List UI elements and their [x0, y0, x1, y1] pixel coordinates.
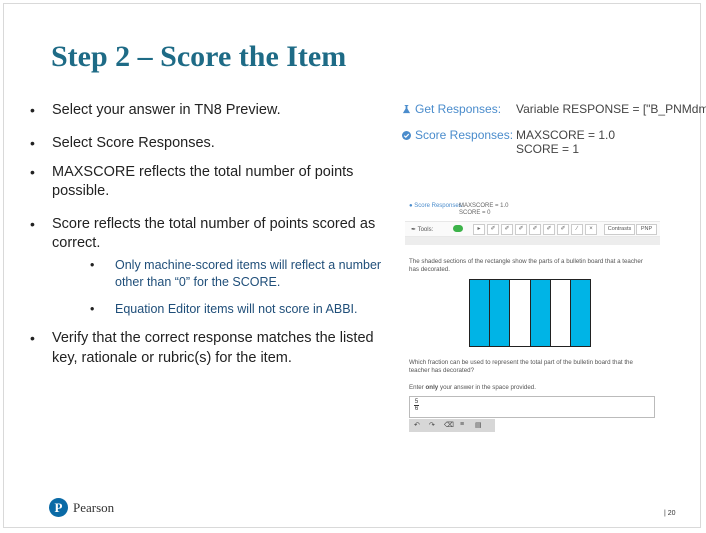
- pearson-logo-text: Pearson: [73, 499, 115, 515]
- pearson-logo: P Pearson: [49, 498, 114, 517]
- score-responses-button[interactable]: Score Responses:: [402, 128, 513, 142]
- bullet-list: Select your answer in TN8 Preview. Selec…: [26, 97, 398, 368]
- bullet-item: Verify that the correct response matches…: [26, 328, 398, 368]
- score-values: MAXSCORE = 1.0 SCORE = 1: [516, 128, 615, 156]
- get-responses-value: Variable RESPONSE = ["B_PNMdm"]: [516, 102, 706, 116]
- fraction-icon[interactable]: ≡: [460, 421, 464, 428]
- question-prompt: Which fraction can be used to represent …: [409, 359, 633, 374]
- board-section: [570, 280, 591, 346]
- bulletin-board-rectangle: [469, 279, 591, 347]
- preview-score-values: MAXSCORE = 1.0 SCORE = 0: [459, 203, 509, 217]
- delete-icon[interactable]: ⌫: [444, 421, 454, 429]
- pen-tool-button[interactable]: ✐: [487, 224, 499, 235]
- undo-icon[interactable]: ↶: [414, 421, 420, 429]
- score-responses-row: Score Responses: MAXSCORE = 1.0 SCORE = …: [402, 128, 615, 156]
- page-number-value: 20: [667, 510, 676, 517]
- tools-bar: ✒ Tools: ▸ ✐ ✐ ✐ ✐ ✐ ✐ ∕ × Contrasts PNP: [405, 221, 660, 237]
- pen-tool-button[interactable]: ✐: [543, 224, 555, 235]
- instruction-bold: only: [425, 384, 439, 391]
- sub-bullet-container: Only machine-scored items will reflect a…: [26, 257, 398, 318]
- clear-tool-button[interactable]: ×: [585, 224, 597, 235]
- page-number: | 20: [664, 510, 676, 517]
- preview-score: SCORE = 0: [459, 210, 491, 216]
- preview-score-label-text: Score Responses:: [414, 203, 464, 209]
- board-section: [530, 280, 551, 346]
- mixed-number-icon[interactable]: ▤: [475, 421, 482, 429]
- preview-maxscore: MAXSCORE = 1.0: [459, 203, 509, 209]
- contrasts-button[interactable]: Contrasts: [604, 224, 635, 235]
- pen-tool-button[interactable]: ✐: [515, 224, 527, 235]
- slide-title: Step 2 – Score the Item: [51, 40, 347, 73]
- check-circle-icon: [402, 131, 411, 140]
- fraction-denominator: 6: [414, 406, 419, 412]
- preview-score-row: ● Score Responses: MAXSCORE = 1.0 SCORE …: [409, 203, 509, 216]
- divider-strip: [405, 237, 660, 245]
- get-responses-label: Get Responses:: [415, 102, 502, 116]
- maxscore-text: MAXSCORE = 1.0: [516, 128, 616, 142]
- board-section: [470, 280, 491, 346]
- pointer-tool-button[interactable]: ▸: [473, 224, 485, 235]
- board-section: [490, 280, 511, 346]
- instruction-post: your answer in the space provided.: [438, 384, 536, 391]
- answer-instruction: Enter only your answer in the space prov…: [409, 384, 536, 391]
- pen-tool-button[interactable]: ✐: [501, 224, 513, 235]
- bullet-item: MAXSCORE reflects the total number of po…: [26, 163, 398, 201]
- score-responses-label: Score Responses:: [415, 128, 514, 142]
- equation-toolbar: ↶ ↷ ⌫ ≡ ▤: [409, 419, 495, 432]
- pnp-button[interactable]: PNP: [636, 224, 657, 235]
- bullet-item: Select Score Responses.: [26, 130, 398, 156]
- board-section: [550, 280, 571, 346]
- score-text: SCORE = 1: [516, 142, 580, 156]
- question-stem: The shaded sections of the rectangle sho…: [409, 258, 643, 273]
- pen-tool-button[interactable]: ✐: [557, 224, 569, 235]
- pen-tool-button[interactable]: ✐: [529, 224, 541, 235]
- bullet-item: Select your answer in TN8 Preview.: [26, 97, 398, 123]
- tools-label: ✒ Tools:: [411, 227, 434, 233]
- tools-label-text: Tools:: [417, 227, 434, 233]
- beaker-icon: [402, 105, 411, 114]
- instruction-pre: Enter: [409, 384, 426, 391]
- board-section: [510, 280, 531, 346]
- item-preview-screenshot: ● Score Responses: MAXSCORE = 1.0 SCORE …: [405, 197, 660, 445]
- get-responses-row: Get Responses: Variable RESPONSE = ["B_P…: [402, 102, 706, 116]
- line-tool-button[interactable]: ∕: [571, 224, 583, 235]
- fraction-answer: 5 6: [414, 399, 419, 412]
- tools-toggle[interactable]: [453, 225, 463, 232]
- pearson-logo-icon: P: [49, 498, 68, 517]
- sub-bullet-item: Only machine-scored items will reflect a…: [26, 257, 398, 291]
- sub-bullet-item: Equation Editor items will not score in …: [26, 301, 398, 318]
- get-responses-button[interactable]: Get Responses:: [402, 102, 501, 116]
- preview-score-label[interactable]: ● Score Responses:: [409, 203, 463, 209]
- answer-input[interactable]: 5 6: [409, 396, 655, 418]
- sub-bullet-list: Only machine-scored items will reflect a…: [26, 257, 398, 318]
- redo-icon[interactable]: ↷: [429, 421, 435, 429]
- bullet-item: Score reflects the total number of point…: [26, 215, 398, 253]
